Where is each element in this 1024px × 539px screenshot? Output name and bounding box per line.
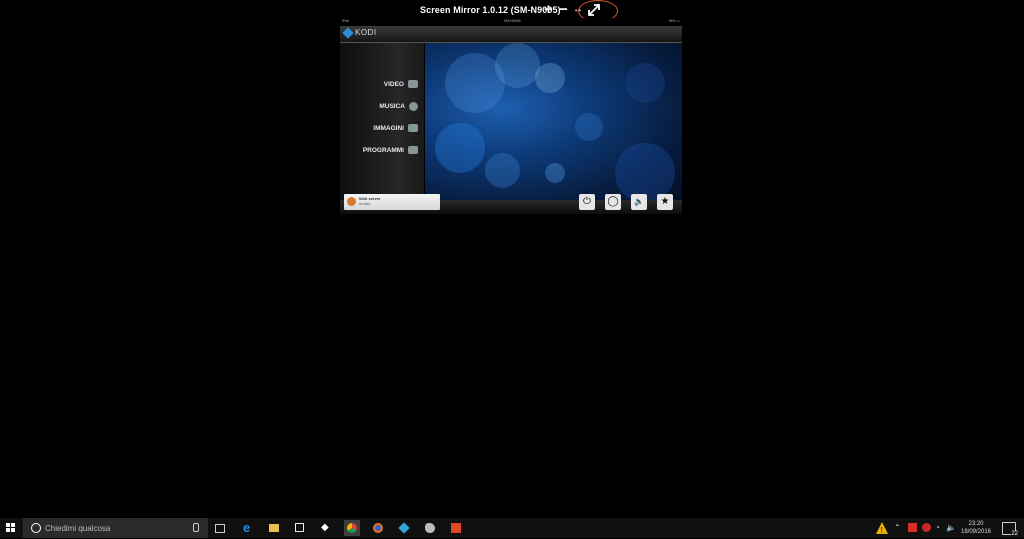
statusbar-right: 96% ▭ [668,19,680,23]
statusbar-left: iPad [342,19,350,23]
file-explorer-button[interactable] [266,520,282,536]
task-view-icon [215,524,225,533]
menu-item-immagini[interactable]: IMMAGINI [373,124,418,132]
star-icon: ★ [660,196,670,207]
edge-icon: e [243,520,251,535]
taskbar: Chiedimi qualcosa e ◆ ! ⌃ ◔ 🔈 23:20 18/0… [0,518,1024,538]
store-icon [295,523,304,532]
notification-icon [347,197,356,206]
windows-logo-icon [11,528,15,532]
kodi-icon [398,522,410,534]
store-button[interactable] [292,520,308,536]
statusbar-center: SM-N9005 [504,19,521,23]
menu-item-label: IMMAGINI [373,124,404,132]
menu-item-label: PROGRAMMI [362,146,404,154]
kodi-logo-icon [342,26,354,39]
dropbox-button[interactable]: ◆ [318,520,334,536]
power-button[interactable]: ⏻ [579,194,595,210]
bokeh-light [625,63,665,103]
wifi-icon[interactable]: ◔ [935,523,944,532]
reload-button[interactable]: ◯ [605,194,621,210]
bokeh-light [485,153,520,188]
microphone-icon[interactable] [193,523,199,532]
calendar-app-button[interactable] [448,520,464,536]
task-view-button[interactable] [212,520,228,536]
svg-text:!: ! [881,526,883,534]
chrome-button[interactable] [344,520,360,536]
clock-time: 23:20 [968,521,984,527]
notification-count-badge: 22 [1011,531,1018,537]
mirrored-screen[interactable]: iPad SM-N9005 96% ▭ KODI VIDEO MUSICA IM… [340,18,682,214]
show-hidden-icons-button[interactable]: ⌃ [894,523,903,532]
menu-item-label: VIDEO [383,80,404,88]
notification-subtitle: Avviato [359,202,371,206]
bokeh-light [535,63,565,93]
search-placeholder: Chiedimi qualcosa [45,524,111,533]
favourites-button[interactable]: ★ [657,194,673,210]
kodi-logo-text: KODI [355,28,377,37]
firefox-button[interactable] [370,520,386,536]
bokeh-light [575,113,603,141]
edge-button[interactable]: e [240,520,256,536]
notification-title: Web server [359,196,381,201]
menu-item-label: MUSICA [379,103,405,110]
kodi-topbar: KODI [340,26,682,43]
antivirus-tray-icon[interactable] [922,523,931,532]
kodi-button[interactable] [396,520,412,536]
clock-date: 18/09/2016 [960,529,992,535]
action-center-button[interactable]: 22 [1002,522,1018,537]
menu-item-video[interactable]: VIDEO [384,80,418,88]
bokeh-light [435,123,485,173]
bokeh-light [545,163,565,183]
volume-button[interactable]: 🔈 [631,194,647,210]
kodi-background [425,43,682,207]
music-disc-icon [409,102,418,111]
search-input[interactable]: Chiedimi qualcosa [23,518,208,538]
firefox-icon [373,523,383,533]
acrobat-tray-icon[interactable] [908,523,917,532]
chevron-up-icon: ⌃ [894,523,901,532]
gamepad-icon [408,146,418,154]
chrome-icon [347,523,357,533]
file-explorer-icon [269,524,279,532]
windows-logo-icon [11,523,15,527]
cortana-icon [31,523,41,533]
windows-logo-icon [6,523,10,527]
menu-item-musica[interactable]: MUSICA [379,102,418,111]
volume-tray-icon[interactable]: 🔈 [946,523,956,532]
calendar-app-icon [451,523,461,533]
volume-icon: 🔈 [634,197,644,206]
dropbox-icon: ◆ [321,522,329,533]
app-button[interactable] [422,520,438,536]
kodi-main-menu: VIDEO MUSICA IMMAGINI PROGRAMMI [340,43,424,207]
power-icon: ⏻ [583,196,591,207]
kodi-logo: KODI [342,26,377,39]
picture-icon [408,124,418,132]
refresh-icon: ◯ [607,196,619,207]
warning-tray-icon[interactable]: ! [876,521,888,535]
bokeh-light [495,43,540,88]
start-button[interactable] [0,518,22,538]
menu-item-programmi[interactable]: PROGRAMMI [363,146,418,154]
film-icon [408,80,418,88]
app-icon [425,523,435,533]
warning-icon: ! [876,522,888,535]
kodi-notification: Web server Avviato [344,194,440,210]
taskbar-clock[interactable]: 23:20 18/09/2016 [956,520,996,536]
windows-logo-icon [6,528,10,532]
device-statusbar: iPad SM-N9005 96% ▭ [340,18,682,26]
